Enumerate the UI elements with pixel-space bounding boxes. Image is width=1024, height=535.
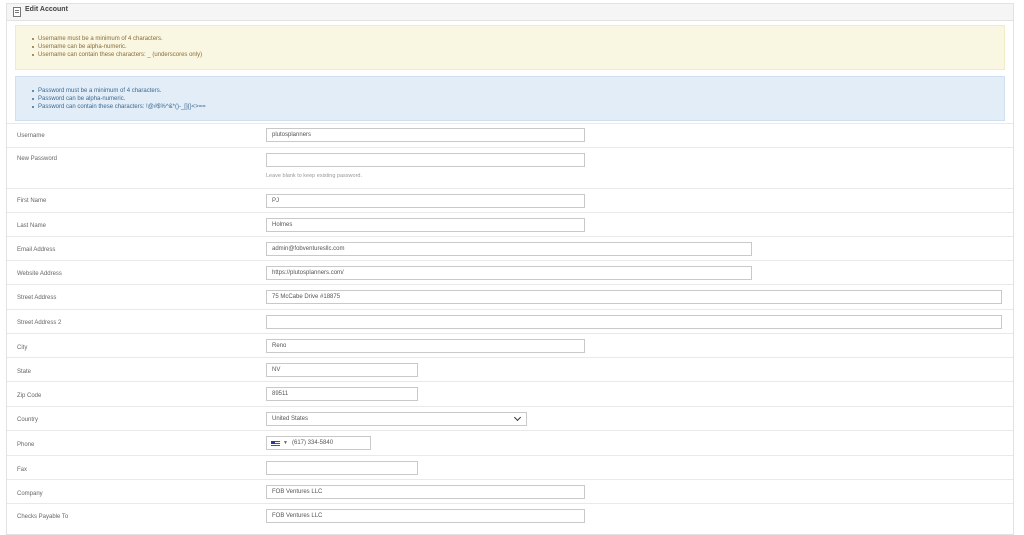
phone-input[interactable]: ▼ (617) 334-5840 bbox=[266, 436, 371, 450]
username-rules-alert: Username must be a minimum of 4 characte… bbox=[15, 25, 1005, 70]
form-row-username: Username plutosplanners bbox=[7, 123, 1013, 147]
form-row-city: City Reno bbox=[7, 333, 1013, 358]
fax-input[interactable] bbox=[266, 461, 418, 475]
city-label: City bbox=[17, 345, 28, 351]
panel-header: Edit Account bbox=[7, 4, 1013, 21]
checks-payable-input[interactable]: FOB Ventures LLC bbox=[266, 509, 585, 523]
form-row-zip: Zip Code 89511 bbox=[7, 381, 1013, 406]
street-input[interactable]: 75 McCabe Drive #18875 bbox=[266, 290, 1002, 304]
new-password-label: New Password bbox=[17, 156, 58, 162]
zip-input[interactable]: 89511 bbox=[266, 387, 418, 401]
list-item: Username must be a minimum of 4 characte… bbox=[32, 35, 1004, 43]
phone-value: (617) 334-5840 bbox=[292, 440, 334, 446]
form-row-company: Company FOB Ventures LLC bbox=[7, 479, 1013, 504]
city-input[interactable]: Reno bbox=[266, 339, 585, 353]
form-row-street: Street Address 75 McCabe Drive #18875 bbox=[7, 284, 1013, 309]
country-select[interactable]: United States bbox=[266, 412, 527, 426]
email-label: Email Address bbox=[17, 247, 56, 253]
state-input[interactable]: NV bbox=[266, 363, 418, 377]
website-input[interactable]: https://plutosplanners.com/ bbox=[266, 266, 752, 280]
state-label: State bbox=[17, 369, 32, 375]
website-label: Website Address bbox=[17, 271, 62, 277]
form-row-checks-payable: Checks Payable To FOB Ventures LLC bbox=[7, 503, 1013, 528]
username-label: Username bbox=[17, 133, 45, 139]
edit-account-panel: Edit Account Username must be a minimum … bbox=[6, 3, 1014, 535]
checks-payable-label: Checks Payable To bbox=[17, 514, 69, 520]
street-label: Street Address bbox=[17, 295, 57, 301]
form-row-state: State NV bbox=[7, 357, 1013, 382]
country-label: Country bbox=[17, 417, 39, 423]
list-item: Password can be alpha-numeric. bbox=[32, 95, 1004, 103]
password-rules-alert: Password must be a minimum of 4 characte… bbox=[15, 76, 1005, 121]
zip-label: Zip Code bbox=[17, 393, 42, 399]
caret-down-icon[interactable]: ▼ bbox=[283, 437, 288, 449]
last-name-label: Last Name bbox=[17, 223, 47, 229]
first-name-input[interactable]: PJ bbox=[266, 194, 585, 208]
password-help-text: Leave blank to keep existing password. bbox=[266, 173, 363, 179]
company-input[interactable]: FOB Ventures LLC bbox=[266, 485, 585, 499]
username-input[interactable]: plutosplanners bbox=[266, 128, 585, 142]
form-row-first-name: First Name PJ bbox=[7, 188, 1013, 213]
fax-label: Fax bbox=[17, 467, 28, 473]
form-row-country: Country United States bbox=[7, 406, 1013, 431]
page-title: Edit Account bbox=[25, 6, 68, 13]
form-row-email: Email Address admin@fobventuresllc.com bbox=[7, 236, 1013, 261]
last-name-input[interactable]: Holmes bbox=[266, 218, 585, 232]
chevron-down-icon bbox=[513, 413, 522, 422]
list-item: Password must be a minimum of 4 characte… bbox=[32, 87, 1004, 95]
street2-input[interactable] bbox=[266, 315, 1002, 329]
document-icon bbox=[13, 7, 21, 17]
phone-label: Phone bbox=[17, 442, 35, 448]
first-name-label: First Name bbox=[17, 198, 47, 204]
form-row-new-password: New Password Leave blank to keep existin… bbox=[7, 147, 1013, 185]
list-item: Username can be alpha-numeric. bbox=[32, 43, 1004, 51]
new-password-input[interactable] bbox=[266, 153, 585, 167]
company-label: Company bbox=[17, 491, 43, 497]
form-row-website: Website Address https://plutosplanners.c… bbox=[7, 260, 1013, 285]
form-row-phone: Phone ▼ (617) 334-5840 bbox=[7, 430, 1013, 455]
form-row-last-name: Last Name Holmes bbox=[7, 212, 1013, 237]
country-select-value: United States bbox=[272, 416, 309, 422]
form-row-fax: Fax bbox=[7, 455, 1013, 480]
street2-label: Street Address 2 bbox=[17, 320, 62, 326]
email-input[interactable]: admin@fobventuresllc.com bbox=[266, 242, 752, 256]
list-item: Username can contain these characters: _… bbox=[32, 51, 1004, 59]
list-item: Password can contain these characters: !… bbox=[32, 103, 1004, 111]
us-flag-icon[interactable] bbox=[271, 441, 280, 446]
form-row-street2: Street Address 2 bbox=[7, 309, 1013, 334]
